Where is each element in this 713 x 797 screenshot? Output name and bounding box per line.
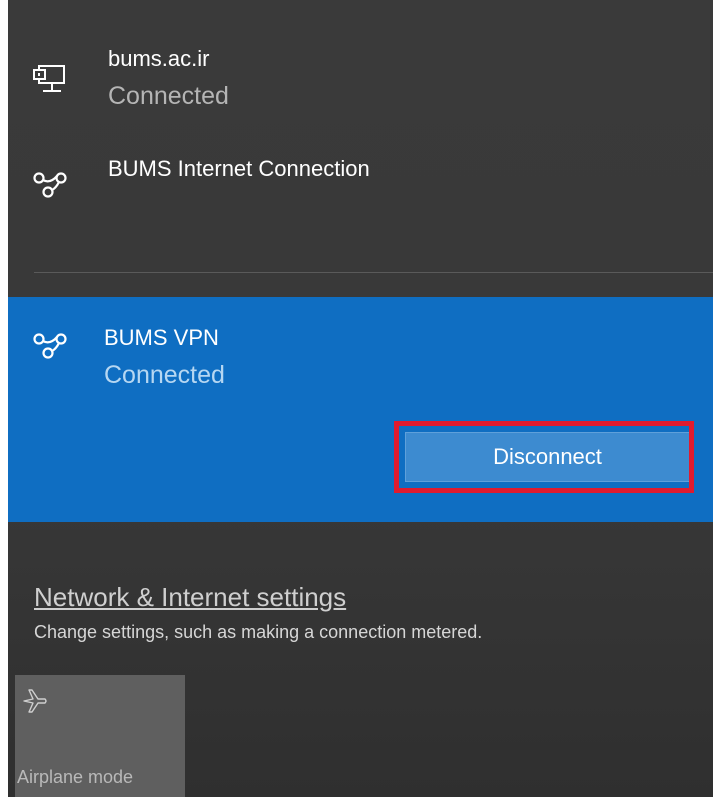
network-item-bums-ac-ir[interactable]: bums.ac.ir Connected (8, 30, 713, 130)
dialup-icon (32, 170, 68, 205)
settings-description: Change settings, such as making a connec… (34, 622, 483, 642)
vpn-status: Connected (104, 361, 225, 389)
vpn-icon (32, 331, 68, 366)
network-name: bums.ac.ir (108, 46, 210, 71)
airplane-mode-label: Airplane mode (17, 767, 134, 787)
disconnect-highlight: Disconnect (394, 421, 694, 493)
network-status: Connected (108, 82, 229, 110)
divider (34, 272, 713, 273)
ethernet-icon (32, 64, 66, 103)
airplane-icon (21, 687, 49, 720)
vpn-name: BUMS VPN (104, 325, 219, 350)
airplane-mode-tile[interactable]: Airplane mode (15, 675, 185, 797)
vpn-item-bums-vpn[interactable]: BUMS VPN Connected Disconnect (8, 297, 713, 522)
network-internet-settings-link[interactable]: Network & Internet settings (34, 582, 346, 613)
network-name: BUMS Internet Connection (108, 156, 370, 181)
disconnect-button[interactable]: Disconnect (405, 432, 689, 482)
network-flyout: bums.ac.ir Connected BUMS Internet Conne… (8, 0, 713, 797)
network-item-bums-internet-connection[interactable]: BUMS Internet Connection (8, 130, 713, 260)
